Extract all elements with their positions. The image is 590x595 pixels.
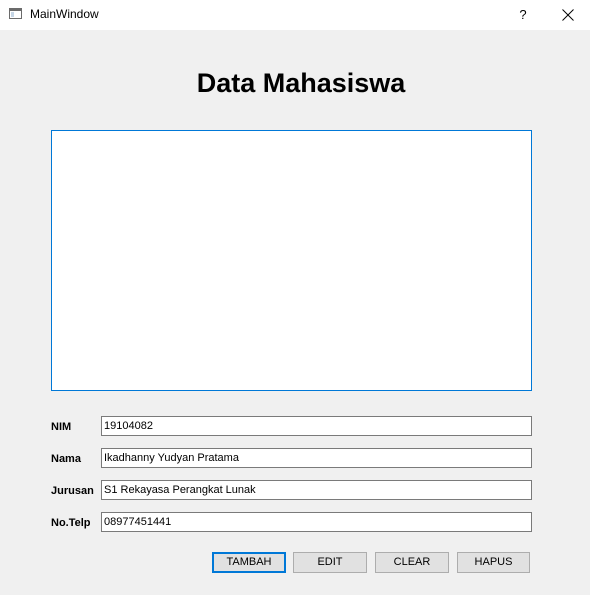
tambah-button[interactable]: TAMBAH	[212, 552, 286, 573]
edit-button[interactable]: EDIT	[293, 552, 367, 573]
jurusan-label: Jurusan	[51, 485, 94, 497]
page-title: Data Mahasiswa	[196, 68, 406, 98]
nama-label: Nama	[51, 453, 81, 465]
help-button[interactable]: ?	[505, 0, 541, 30]
close-icon	[562, 9, 574, 21]
window-title: MainWindow	[30, 7, 99, 21]
title-bar: MainWindow ?	[0, 0, 590, 30]
close-button[interactable]	[550, 0, 586, 30]
hapus-button[interactable]: HAPUS	[457, 552, 530, 573]
jurusan-input[interactable]	[101, 480, 532, 500]
telp-input[interactable]	[101, 512, 532, 532]
nama-input[interactable]	[101, 448, 532, 468]
data-list-widget[interactable]	[51, 130, 532, 391]
nim-input[interactable]	[101, 416, 532, 436]
telp-label: No.Telp	[51, 517, 91, 529]
app-window-icon	[9, 8, 22, 19]
nim-label: NIM	[51, 421, 72, 433]
clear-button[interactable]: CLEAR	[375, 552, 449, 573]
